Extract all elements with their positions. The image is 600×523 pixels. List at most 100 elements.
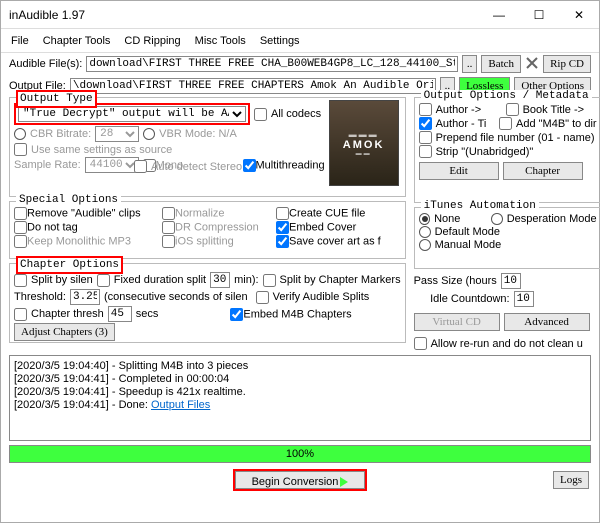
adjust-chapters-button[interactable]: Adjust Chapters (3) [14,323,115,341]
input-file-field[interactable] [86,56,458,72]
chapter-meta-button[interactable]: Chapter [503,162,583,180]
embed-cover-check[interactable] [276,221,289,234]
split-silence-label: Split by silen [31,274,93,286]
save-cover-check[interactable] [276,235,289,248]
same-settings-label: Use same settings as source [31,144,172,156]
browse-input-button[interactable]: .. [462,55,478,73]
minimize-button[interactable]: — [479,1,519,29]
fixed-minutes-field[interactable] [210,272,230,288]
play-icon [340,477,348,487]
log-line: [2020/3/5 19:04:41] - Speedup is 421x re… [14,386,246,398]
embed-m4b-check[interactable] [230,308,243,321]
close-button[interactable]: ✕ [559,1,599,29]
cbr-select: 28 [95,126,139,142]
batch-button[interactable]: Batch [481,55,521,73]
special-options-group: Special Options Remove "Audible" clips N… [9,201,406,259]
begin-conversion-highlight: Begin Conversion [233,469,368,491]
menubar: File Chapter Tools CD Ripping Misc Tools… [1,29,599,53]
split-silence-check[interactable] [14,274,27,287]
input-file-row: Audible File(s): .. Batch Rip CD [1,53,599,75]
menu-cd-ripping[interactable]: CD Ripping [124,35,180,47]
keep-mono-label: Keep Monolithic MP3 [27,235,131,247]
itunes-none-radio[interactable] [419,213,430,225]
pass-size-label: Pass Size (hours [414,275,497,287]
titlebar: inAudible 1.97 — ☐ ✕ [1,1,599,29]
remove-clips-check[interactable] [14,207,27,220]
metadata-title: Output Options / Metadata [421,90,592,102]
split-markers-label: Split by Chapter Markers [280,274,401,286]
multithreading-check[interactable] [243,159,256,172]
log-line: [2020/3/5 19:04:41] - Completed in 00:00… [14,373,229,385]
begin-conversion-button[interactable]: Begin Conversion [235,471,366,489]
itunes-manual-radio[interactable] [419,239,431,251]
prepend-check[interactable] [419,131,432,144]
do-not-tag-check[interactable] [14,221,27,234]
cue-label: Create CUE file [289,207,365,219]
author-ti-check[interactable] [419,117,432,130]
edit-meta-button[interactable]: Edit [419,162,499,180]
vbr-label: VBR Mode: N/A [159,128,237,140]
strip-label: Strip "(Unabridged)" [436,146,534,158]
threshold-unit: (consecutive seconds of silen [104,291,248,303]
maximize-button[interactable]: ☐ [519,1,559,29]
itunes-desperation-radio[interactable] [491,213,502,225]
split-markers-check[interactable] [263,274,276,287]
cue-check[interactable] [276,207,289,220]
author-check[interactable] [419,103,432,116]
strip-check[interactable] [419,145,432,158]
verify-splits-check[interactable] [256,291,269,304]
clear-input-icon[interactable] [525,56,539,73]
window-title: inAudible 1.97 [9,8,479,22]
all-codecs-check[interactable] [254,108,267,121]
add-m4b-check[interactable] [499,117,512,130]
itunes-none-label: None [434,213,487,225]
remove-clips-label: Remove "Audible" clips [27,207,141,219]
advanced-button[interactable]: Advanced [504,313,590,331]
book-title-check[interactable] [506,103,519,116]
allow-rerun-check[interactable] [414,337,427,350]
verify-splits-label: Verify Audible Splits [273,291,370,303]
same-settings-check [14,143,27,156]
normalize-check [162,207,175,220]
output-file-field[interactable] [70,78,436,94]
itunes-manual-label: Manual Mode [435,239,502,251]
threshold-label: Threshold: [14,291,66,303]
rip-cd-button[interactable]: Rip CD [543,55,591,73]
idle-label: Idle Countdown: [414,293,510,305]
itunes-title: iTunes Automation [421,200,539,212]
menu-file[interactable]: File [11,35,29,47]
ios-check [162,235,175,248]
book-title-label: Book Title -> [523,104,584,116]
dr-check [162,221,175,234]
chapter-thresh-field[interactable] [108,306,132,322]
fixed-split-check[interactable] [97,274,110,287]
do-not-tag-label: Do not tag [27,221,78,233]
output-type-select[interactable]: "True Decrypt" output will be AAC/M4B [18,106,246,122]
logs-button[interactable]: Logs [553,471,589,489]
idle-field[interactable] [514,291,534,307]
cbr-radio [14,128,26,140]
menu-chapter-tools[interactable]: Chapter Tools [43,35,111,47]
cbr-label: CBR Bitrate: [30,128,91,140]
embed-m4b-label: Embed M4B Chapters [243,308,351,320]
itunes-default-radio[interactable] [419,226,431,238]
allow-rerun-label: Allow re-run and do not clean u [431,338,583,350]
metadata-group: Output Options / Metadata Author ->Book … [414,97,600,203]
log-line: [2020/3/5 19:04:40] - Splitting M4B into… [14,360,248,372]
output-files-link[interactable]: Output Files [151,399,210,411]
keep-mono-check [14,235,27,248]
chapter-thresh-check[interactable] [14,308,27,321]
output-type-title: Output Type [16,90,97,108]
progress-text: 100% [286,448,314,460]
pass-size-field[interactable] [501,273,521,289]
chapter-options-group: Chapter Options Split by silen Fixed dur… [9,263,406,343]
menu-misc-tools[interactable]: Misc Tools [195,35,246,47]
ios-label: iOS splitting [175,235,234,247]
embed-cover-label: Embed Cover [289,221,356,233]
dr-label: DR Compression [175,221,259,233]
log-output: [2020/3/5 19:04:40] - Splitting M4B into… [9,355,591,441]
vbr-radio [143,128,155,140]
author-ti-label: Author - Ti [436,118,495,130]
menu-settings[interactable]: Settings [260,35,300,47]
threshold-field[interactable] [70,289,100,305]
